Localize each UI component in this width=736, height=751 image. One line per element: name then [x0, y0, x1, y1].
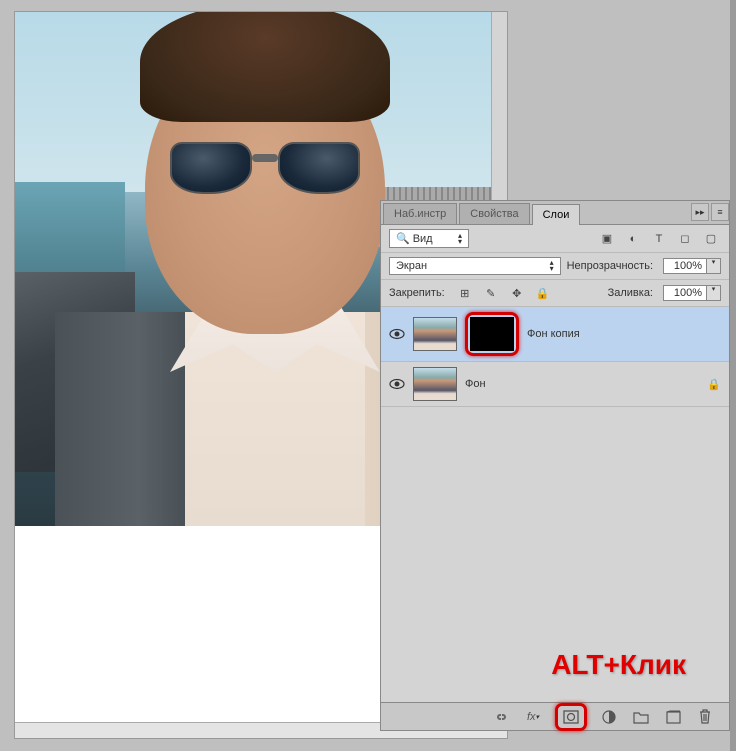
filter-smart-icon[interactable]: ▢ — [701, 230, 721, 248]
layer-list: Фон копия Фон 🔒 — [381, 307, 729, 407]
visibility-toggle[interactable] — [389, 326, 405, 342]
collapse-panel-icon[interactable]: ▸▸ — [691, 203, 709, 221]
visibility-toggle[interactable] — [389, 376, 405, 392]
lock-icon: 🔒 — [707, 378, 721, 391]
lock-brush-icon[interactable]: ✎ — [481, 284, 501, 302]
layers-panel-footer: fx▾ — [381, 702, 729, 730]
new-layer-icon[interactable] — [663, 707, 683, 727]
filter-kind-label: Вид — [413, 233, 433, 245]
layer-row[interactable]: Фон копия — [381, 307, 729, 362]
app-scrollbar[interactable] — [730, 0, 736, 751]
layer-name[interactable]: Фон — [465, 378, 486, 390]
link-layers-icon[interactable] — [491, 707, 511, 727]
lock-pixels-icon[interactable]: ⊞ — [455, 284, 475, 302]
layer-filter-row: 🔍 Вид ▴▾ ▣ ◐ T ◻ ▢ — [381, 225, 729, 253]
chevron-updown-icon: ▴▾ — [550, 260, 554, 272]
layer-effects-icon[interactable]: fx▾ — [523, 707, 543, 727]
blend-mode-value: Экран — [396, 260, 427, 272]
tab-layers[interactable]: Слои — [532, 204, 581, 225]
fill-input[interactable]: 100% — [663, 285, 707, 301]
opacity-label: Непрозрачность: — [567, 260, 653, 272]
adjustment-layer-icon[interactable] — [599, 707, 619, 727]
opacity-stepper[interactable]: ▾ — [707, 258, 721, 274]
chevron-updown-icon: ▴▾ — [458, 233, 462, 245]
filter-type-icon[interactable]: T — [649, 230, 669, 248]
layer-row[interactable]: Фон 🔒 — [381, 362, 729, 407]
panel-menu-icon[interactable]: ≡ — [711, 203, 729, 221]
filter-shape-icon[interactable]: ◻ — [675, 230, 695, 248]
layer-thumbnail[interactable] — [413, 367, 457, 401]
delete-layer-icon[interactable] — [695, 707, 715, 727]
annotation-text: ALT+Клик — [551, 649, 686, 681]
tab-presets[interactable]: Наб.инстр — [383, 203, 457, 224]
layer-mask-thumbnail[interactable] — [470, 317, 514, 351]
lock-row: Закрепить: ⊞ ✎ ✥ 🔒 Заливка: 100% ▾ — [381, 280, 729, 307]
add-mask-icon[interactable] — [561, 707, 581, 727]
add-mask-highlight — [555, 703, 587, 731]
tab-properties[interactable]: Свойства — [459, 203, 529, 224]
lock-label: Закрепить: — [389, 287, 445, 299]
new-group-icon[interactable] — [631, 707, 651, 727]
filter-kind-dropdown[interactable]: 🔍 Вид ▴▾ — [389, 229, 469, 248]
panel-tab-bar: Наб.инстр Свойства Слои ▸▸ ≡ — [381, 201, 729, 225]
layer-mask-highlight — [465, 312, 519, 356]
layer-name[interactable]: Фон копия — [527, 328, 580, 340]
filter-adjust-icon[interactable]: ◐ — [623, 230, 643, 248]
opacity-input[interactable]: 100% — [663, 258, 707, 274]
layer-thumbnail[interactable] — [413, 317, 457, 351]
search-icon: 🔍 — [396, 232, 410, 245]
blend-row: Экран ▴▾ Непрозрачность: 100% ▾ — [381, 253, 729, 280]
lock-all-icon[interactable]: 🔒 — [533, 284, 553, 302]
fill-stepper[interactable]: ▾ — [707, 285, 721, 301]
filter-pixel-icon[interactable]: ▣ — [597, 230, 617, 248]
lock-position-icon[interactable]: ✥ — [507, 284, 527, 302]
fill-label: Заливка: — [608, 287, 653, 299]
blend-mode-dropdown[interactable]: Экран ▴▾ — [389, 257, 561, 275]
